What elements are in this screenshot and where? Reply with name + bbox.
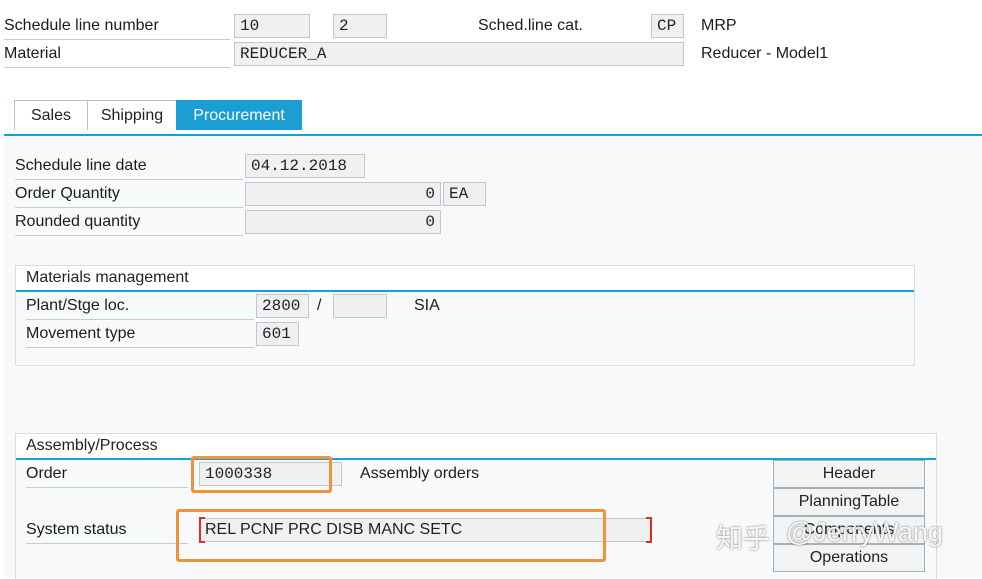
status-highlight-box (176, 509, 606, 562)
order-highlight-box (191, 456, 332, 493)
movement-type-label: Movement type (26, 321, 254, 348)
order-quantity-field[interactable]: 0 (245, 182, 441, 206)
rounded-quantity-label: Rounded quantity (15, 209, 243, 236)
operations-button[interactable]: Operations (773, 544, 925, 572)
sched-line-cat-label: Sched.line cat. (478, 17, 583, 34)
schedule-line-date-field[interactable]: 04.12.2018 (245, 154, 365, 178)
materials-management-title: Materials management (16, 266, 914, 292)
material-description: Reducer - Model1 (701, 45, 829, 62)
sched-line-cat-field[interactable]: CP (651, 14, 684, 38)
order-quantity-label: Order Quantity (15, 181, 243, 208)
watermark-username: @JerryWang (786, 517, 943, 547)
schedule-line-date-label: Schedule line date (15, 153, 243, 180)
movement-type-field[interactable]: 601 (256, 322, 299, 346)
schedule-line-label: Schedule line number (4, 13, 230, 40)
sched-line-cat-desc: MRP (701, 17, 737, 34)
tab-sales[interactable]: Sales (14, 100, 88, 130)
tab-procurement[interactable]: Procurement (176, 100, 302, 130)
order-label: Order (26, 461, 188, 488)
schedule-line-sub-field[interactable]: 2 (333, 14, 387, 38)
system-status-label: System status (26, 517, 188, 544)
plant-description: SIA (414, 297, 440, 314)
storage-location-field[interactable] (333, 294, 387, 318)
plant-storage-separator: / (317, 297, 322, 314)
plant-storage-label: Plant/Stge loc. (26, 293, 254, 320)
material-label: Material (4, 41, 230, 68)
schedule-line-field[interactable]: 10 (234, 14, 310, 38)
assembly-process-title: Assembly/Process (16, 434, 936, 460)
order-description: Assembly orders (360, 465, 480, 482)
planning-table-button[interactable]: PlanningTable (773, 488, 925, 516)
material-field[interactable]: REDUCER_A (234, 42, 684, 66)
header-button[interactable]: Header (773, 460, 925, 488)
order-quantity-unit-field[interactable]: EA (443, 182, 486, 206)
rounded-quantity-field[interactable]: 0 (245, 210, 441, 234)
plant-field[interactable]: 2800 (256, 294, 309, 318)
tab-shipping[interactable]: Shipping (87, 100, 177, 130)
status-right-bracket (646, 517, 652, 543)
zhihu-watermark-text: 知乎 (716, 524, 770, 554)
